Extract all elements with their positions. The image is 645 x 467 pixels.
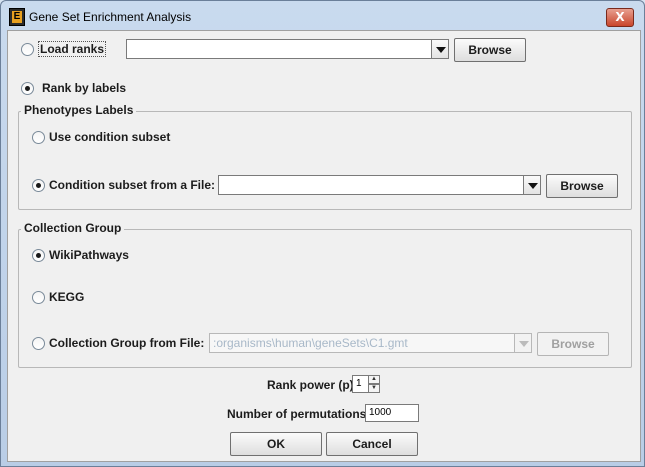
kegg-label[interactable]: KEGG: [49, 290, 84, 304]
app-icon: E: [9, 8, 25, 26]
collection-group-title: Collection Group: [21, 221, 125, 235]
phenotypes-group: Phenotypes Labels Use condition subset C…: [18, 103, 632, 210]
phenotypes-group-title: Phenotypes Labels: [21, 103, 137, 117]
kegg-radio[interactable]: [32, 291, 45, 304]
rank-by-labels-radio[interactable]: [21, 82, 34, 95]
load-ranks-dropdown-arrow[interactable]: [431, 39, 449, 59]
collection-file-combo[interactable]: :organisms\human\geneSets\C1.gmt: [209, 333, 515, 353]
condition-from-file-label[interactable]: Condition subset from a File:: [49, 178, 215, 192]
cancel-button[interactable]: Cancel: [326, 432, 418, 456]
window-title: Gene Set Enrichment Analysis: [29, 10, 192, 24]
rank-power-label: Rank power (p): [267, 378, 354, 392]
rank-power-decrement[interactable]: ▼: [368, 384, 380, 393]
rank-power-field[interactable]: 1: [352, 375, 369, 393]
collection-file-browse-button[interactable]: Browse: [537, 332, 609, 356]
collection-group: Collection Group WikiPathways KEGG Colle…: [18, 221, 632, 368]
load-ranks-radio[interactable]: [21, 43, 34, 56]
collection-from-file-label[interactable]: Collection Group from File:: [49, 336, 204, 350]
condition-file-dropdown-arrow[interactable]: [523, 175, 541, 195]
load-ranks-browse-button[interactable]: Browse: [454, 38, 526, 62]
rank-by-labels-label[interactable]: Rank by labels: [42, 81, 126, 95]
load-ranks-label[interactable]: Load ranks: [38, 41, 107, 57]
wikipathways-radio[interactable]: [32, 249, 45, 262]
rank-power-increment[interactable]: ▲: [368, 375, 380, 384]
condition-file-combo[interactable]: [218, 175, 524, 195]
permutations-label: Number of permutations:: [227, 407, 371, 421]
permutations-field[interactable]: 1000: [365, 404, 419, 422]
dialog-window: E Gene Set Enrichment Analysis X Load ra…: [0, 0, 645, 467]
load-ranks-combo[interactable]: [126, 39, 432, 59]
use-condition-subset-radio[interactable]: [32, 131, 45, 144]
use-condition-subset-label[interactable]: Use condition subset: [49, 130, 170, 144]
condition-file-browse-button[interactable]: Browse: [546, 174, 618, 198]
ok-button[interactable]: OK: [230, 432, 322, 456]
title-bar[interactable]: E Gene Set Enrichment Analysis X: [1, 1, 644, 31]
collection-from-file-radio[interactable]: [32, 337, 45, 350]
dialog-content: Load ranks Browse Rank by labels Phenoty…: [7, 30, 641, 462]
condition-from-file-radio[interactable]: [32, 179, 45, 192]
wikipathways-label[interactable]: WikiPathways: [49, 248, 129, 262]
collection-file-dropdown-arrow[interactable]: [514, 333, 532, 353]
close-button[interactable]: X: [606, 8, 634, 27]
